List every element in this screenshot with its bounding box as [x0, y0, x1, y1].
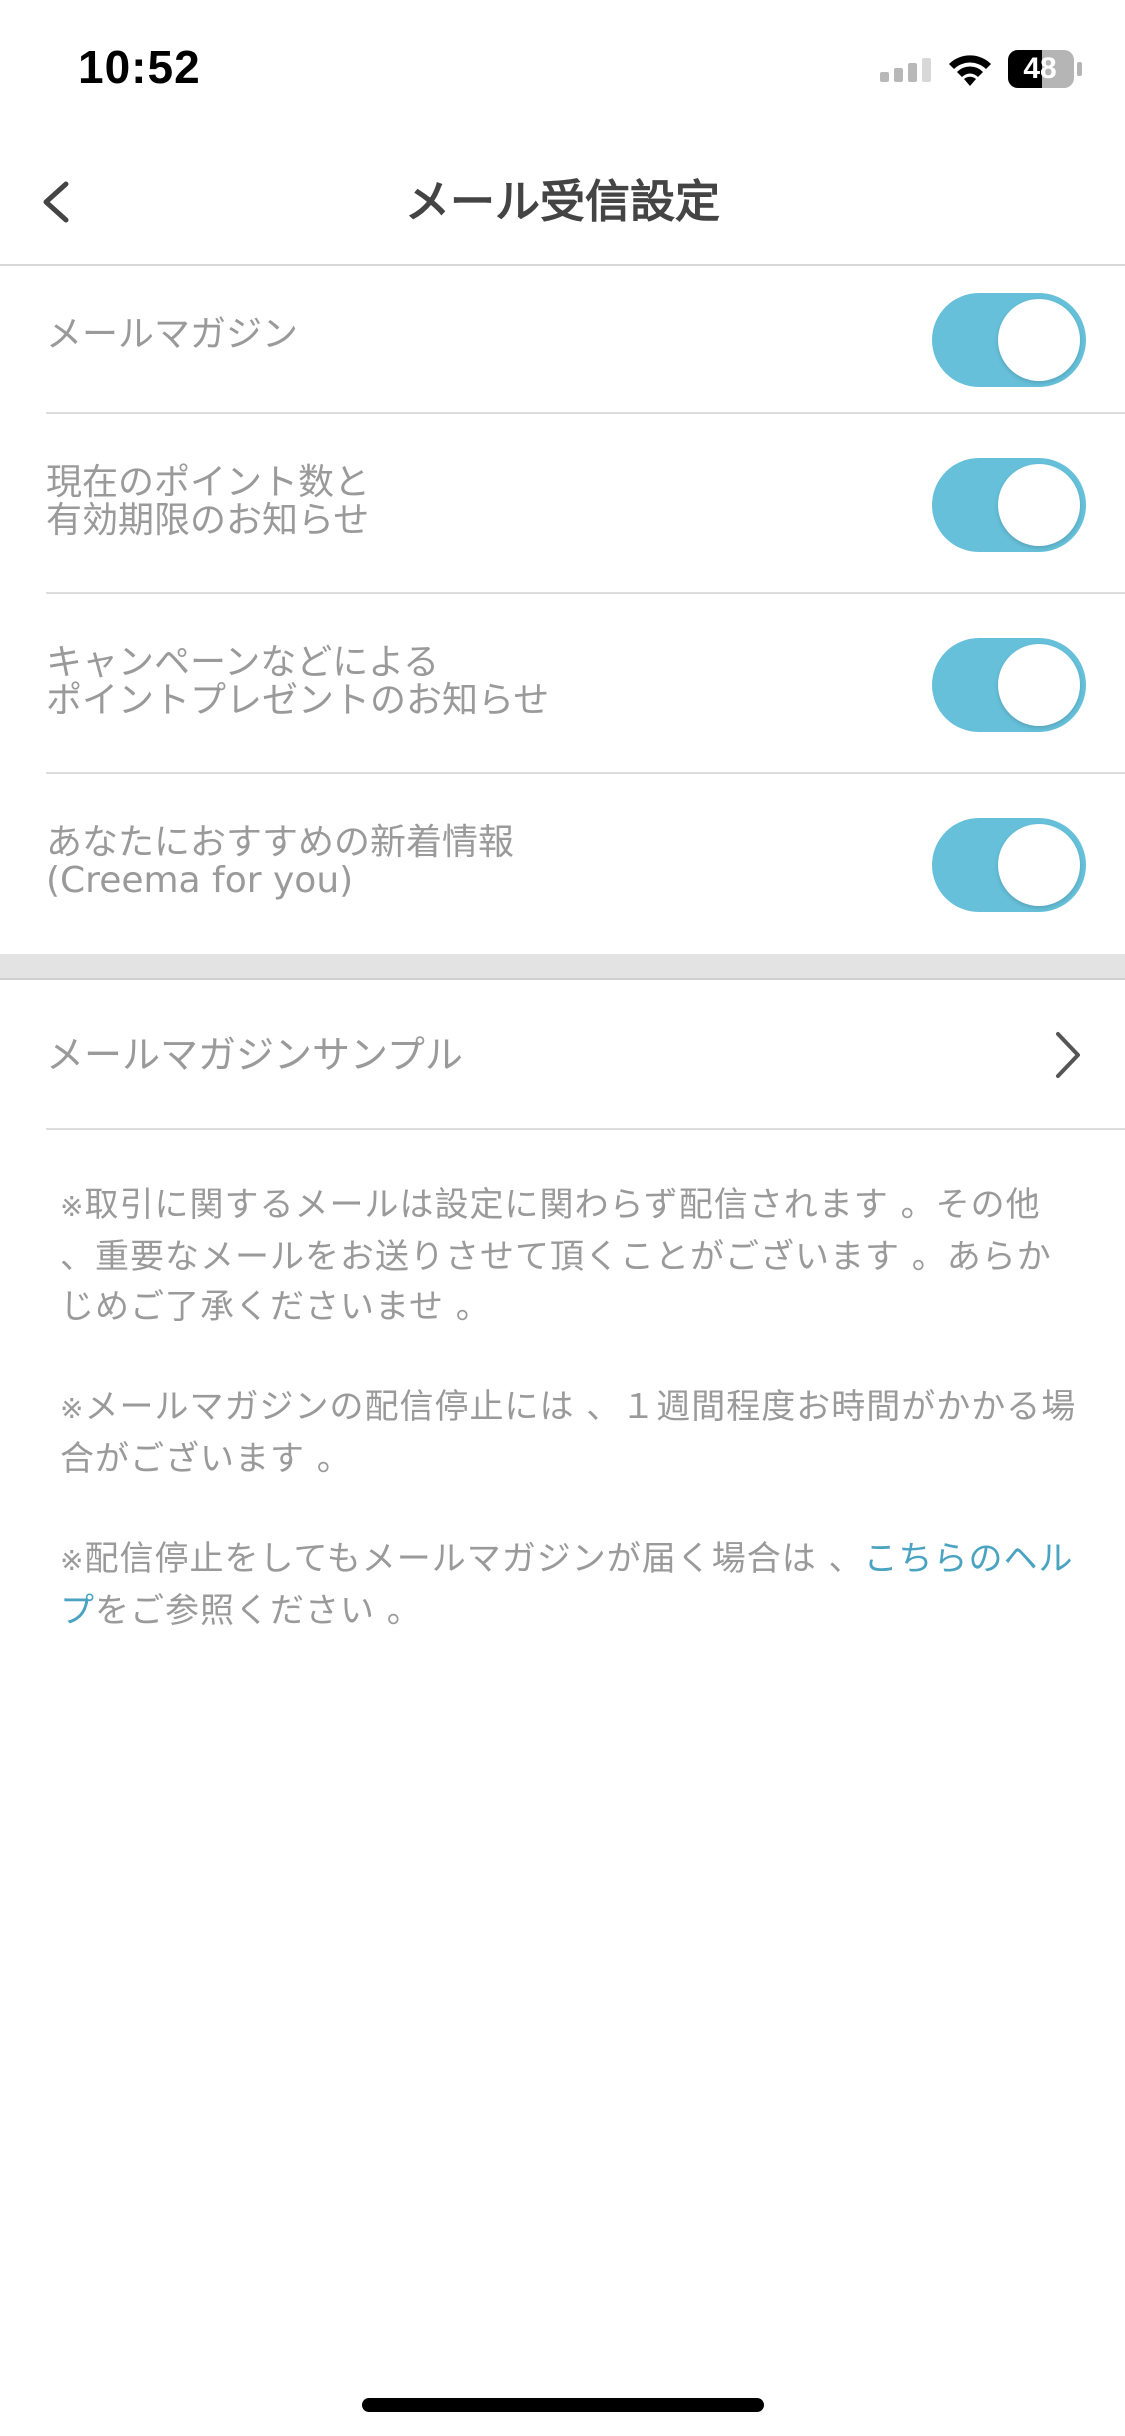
signal-icon	[880, 58, 931, 82]
creema-for-you-toggle[interactable]	[932, 818, 1086, 912]
setting-label: 現在のポイント数と 有効期限のお知らせ	[46, 462, 371, 541]
nav-bar: メール受信設定	[0, 140, 1125, 266]
toggle-knob	[998, 644, 1080, 726]
page-title: メール受信設定	[404, 175, 720, 228]
mail-settings-screen: 10:52 48 メール受信設定 メールマガジン 現在のポイント数と 有効期限の…	[0, 0, 1125, 2436]
note-text: メールマガジンの配信停止には 、１週間程度お時間がかかる場合がございます 。	[60, 1387, 1077, 1479]
point-expiry-toggle[interactable]	[932, 458, 1086, 552]
sample-label: メールマガジンサンプル	[46, 1033, 463, 1077]
toggle-knob	[998, 299, 1080, 381]
toggle-knob	[998, 824, 1080, 906]
status-bar: 10:52 48	[0, 0, 1125, 140]
mail-magazine-toggle[interactable]	[932, 293, 1086, 387]
wifi-icon	[949, 55, 991, 86]
notes-section: ※取引に関するメールは設定に関わらず配信されます 。その他 、重要なメールをお送…	[60, 1180, 1080, 1686]
campaign-points-toggle[interactable]	[932, 638, 1086, 732]
setting-row-campaign-points: キャンペーンなどによる ポイントプレゼントのお知らせ	[0, 594, 1125, 774]
note-help: ※配信停止をしてもメールマガジンが届く場合は 、こちらのヘルプをご参照ください …	[60, 1534, 1080, 1636]
note-text: 取引に関するメールは設定に関わらず配信されます 。その他 、重要なメールをお送り…	[60, 1185, 1052, 1327]
setting-label: メールマガジン	[46, 314, 299, 355]
setting-row-mail-magazine: メールマガジン	[0, 266, 1125, 414]
home-indicator[interactable]	[362, 2398, 764, 2412]
note-mark: ※	[60, 1544, 85, 1577]
note-transaction-mail: ※取引に関するメールは設定に関わらず配信されます 。その他 、重要なメールをお送…	[60, 1180, 1080, 1332]
note-text: をご参照ください 。	[95, 1591, 422, 1631]
row-divider	[46, 1128, 1125, 1130]
setting-row-point-expiry: 現在のポイント数と 有効期限のお知らせ	[0, 414, 1125, 594]
setting-label: あなたにおすすめの新着情報 (Creema for you)	[46, 822, 515, 901]
chevron-right-icon	[1056, 1032, 1080, 1078]
note-mark: ※	[60, 1392, 85, 1425]
back-button[interactable]	[30, 162, 110, 242]
section-separator	[0, 954, 1125, 980]
note-text: 配信停止をしてもメールマガジンが届く場合は 、	[84, 1539, 864, 1579]
battery-level: 48	[1023, 52, 1057, 85]
note-unsubscribe-delay: ※メールマガジンの配信停止には 、１週間程度お時間がかかる場合がございます 。	[60, 1382, 1080, 1484]
setting-row-creema-for-you: あなたにおすすめの新着情報 (Creema for you)	[0, 774, 1125, 954]
setting-label: キャンペーンなどによる ポイントプレゼントのお知らせ	[46, 642, 550, 721]
toggle-knob	[998, 464, 1080, 546]
note-mark: ※	[60, 1190, 85, 1223]
mail-magazine-sample-link[interactable]: メールマガジンサンプル	[0, 980, 1125, 1130]
status-time: 10:52	[78, 41, 201, 93]
chevron-left-icon	[43, 181, 69, 223]
